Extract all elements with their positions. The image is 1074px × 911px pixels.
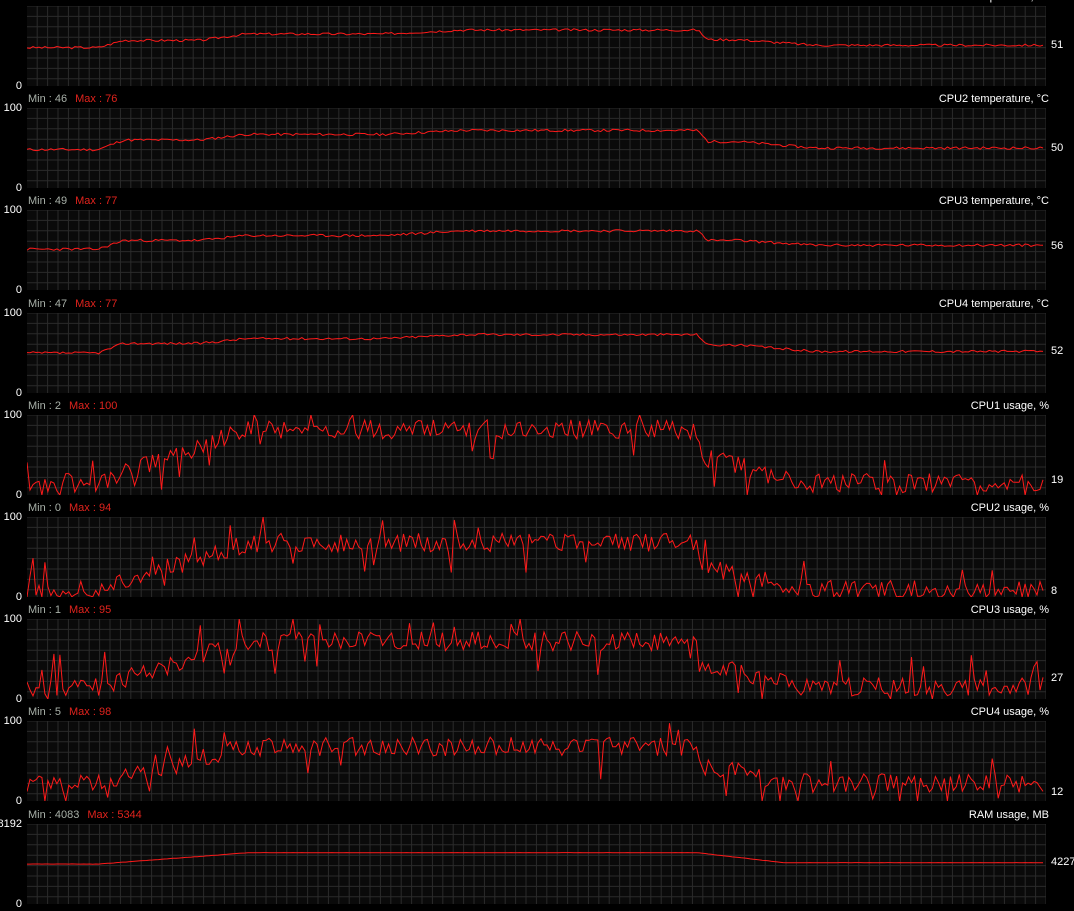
graph-panel: Min : 46 Max : 76 CPU2 temperature, °C 100 0…: [0, 90, 1074, 194]
max-value-label: Max : 76: [75, 93, 118, 106]
graph-plot-area: [27, 210, 1046, 291]
graph-plot-area: [27, 823, 1046, 904]
max-value-label: Max : 77: [75, 195, 118, 208]
y-axis-max-label: 100: [3, 102, 22, 115]
y-axis-max-label: 100: [3, 613, 22, 626]
graph-header: Min : 4083 Max : 5344 RAM usage, MB: [0, 806, 1074, 824]
current-value-label: 4227: [1051, 856, 1074, 869]
graph-panel: Min : 4083 Max : 5344 RAM usage, MB 8192 0 42…: [0, 806, 1074, 910]
max-value-label: Max : 94: [69, 502, 112, 514]
graph-title: RAM usage, MB: [968, 808, 1049, 821]
min-value-label: Min : 47 Max : 77: [28, 295, 117, 313]
min-value-text: Min : 49: [28, 195, 68, 208]
current-value-label: 19: [1051, 473, 1064, 486]
graph-panel: Min : 5 Max : 98 CPU4 usage, % 100 0 12: [0, 703, 1074, 807]
graph-plot-area: [27, 312, 1046, 393]
min-value-text: Min : 0: [28, 502, 62, 514]
graph-plot-area: [27, 619, 1046, 700]
graph-plot-area: [27, 517, 1046, 597]
graph-plot-area: [27, 108, 1046, 189]
graph-panel: Min : 47 Max : 77 CPU4 temperature, °C 100 0…: [0, 295, 1074, 399]
graph-header: Min : 5 Max : 98 CPU4 usage, %: [0, 703, 1074, 721]
graph-header: Min : 1 Max : 95 CPU3 usage, %: [0, 601, 1074, 619]
max-value-label: Max : 98: [69, 706, 112, 719]
graph-title: CPU2 usage, %: [970, 502, 1049, 514]
y-axis-max-label: 8192: [0, 817, 22, 830]
min-value-label: Min : 5 Max : 98: [28, 703, 111, 721]
min-value-label: Min : 46 Max : 76: [28, 90, 117, 108]
min-value-text: Min : 46: [28, 93, 68, 106]
current-value-label: 8: [1051, 584, 1058, 597]
min-value-label: Min : 1 Max : 95: [28, 601, 111, 619]
graph-title: CPU3 usage, %: [970, 604, 1049, 617]
graph-header: Min : 46 Max : 76 CPU2 temperature, °C: [0, 90, 1074, 108]
min-value-label: Min : 49 Max : 77: [28, 192, 117, 210]
y-axis-max-label: 100: [3, 204, 22, 217]
graph-header: Min : 0 Max : 94 CPU2 usage, %: [0, 499, 1074, 517]
min-value-label: Min : 2 Max : 100: [28, 397, 117, 415]
y-axis-max-label: 100: [3, 306, 22, 319]
max-value-label: Max : 77: [75, 297, 118, 310]
min-value-label: Min : 0 Max : 94: [28, 499, 111, 517]
y-axis-max-label: 100: [3, 408, 22, 421]
current-value-label: 12: [1051, 785, 1064, 798]
current-value-label: 50: [1051, 142, 1064, 155]
graph-title: CPU4 temperature, °C: [938, 297, 1049, 310]
graph-header: Min : 49 Max : 77 CPU3 temperature, °C: [0, 192, 1074, 210]
graph-title: CPU1 usage, %: [970, 399, 1049, 412]
max-value-label: Max : 95: [69, 604, 112, 617]
max-value-label: Max : 5344: [87, 808, 142, 821]
graph-title: CPU2 temperature, °C: [938, 93, 1049, 106]
current-value-label: 27: [1051, 671, 1064, 684]
graph-panel: Min : 2 Max : 100 CPU1 usage, % 100 0 19: [0, 397, 1074, 501]
current-value-label: 51: [1051, 39, 1064, 52]
graph-panel: Min : 45Max : 77CPU1 temperature, °C051: [0, 0, 1074, 92]
graph-title: CPU4 usage, %: [970, 706, 1049, 719]
graph-panel: Min : 0 Max : 94 CPU2 usage, % 100 0 8: [0, 499, 1074, 603]
min-value-text: Min : 47: [28, 297, 68, 310]
graph-plot-area: [27, 414, 1046, 495]
graph-title: CPU3 temperature, °C: [938, 195, 1049, 208]
max-value-label: Max : 77: [75, 0, 117, 3]
min-value-text: Min : 1: [28, 604, 62, 617]
graph-plot-area: [27, 721, 1046, 802]
hardware-monitor: Min : 45Max : 77CPU1 temperature, °C051M…: [0, 0, 1074, 911]
graph-plot-area: [27, 6, 1046, 86]
min-value-text: Min : 2: [28, 399, 62, 412]
min-value-text: Min : 5: [28, 706, 62, 719]
min-value-text: Min : 4083: [28, 808, 80, 821]
current-value-label: 52: [1051, 344, 1064, 357]
y-axis-max-label: 100: [3, 511, 22, 523]
graph-panel: Min : 1 Max : 95 CPU3 usage, % 100 0 27: [0, 601, 1074, 705]
min-value-label: Min : 4083 Max : 5344: [28, 806, 142, 824]
graph-header: Min : 2 Max : 100 CPU1 usage, %: [0, 397, 1074, 415]
y-axis-min-label: 0: [15, 897, 22, 910]
graph-panel: Min : 49 Max : 77 CPU3 temperature, °C 100 0…: [0, 192, 1074, 296]
y-axis-max-label: 100: [3, 715, 22, 728]
min-value-text: Min : 45: [28, 0, 67, 3]
max-value-label: Max : 100: [69, 399, 118, 412]
graph-header: Min : 47 Max : 77 CPU4 temperature, °C: [0, 295, 1074, 313]
current-value-label: 56: [1051, 239, 1064, 252]
